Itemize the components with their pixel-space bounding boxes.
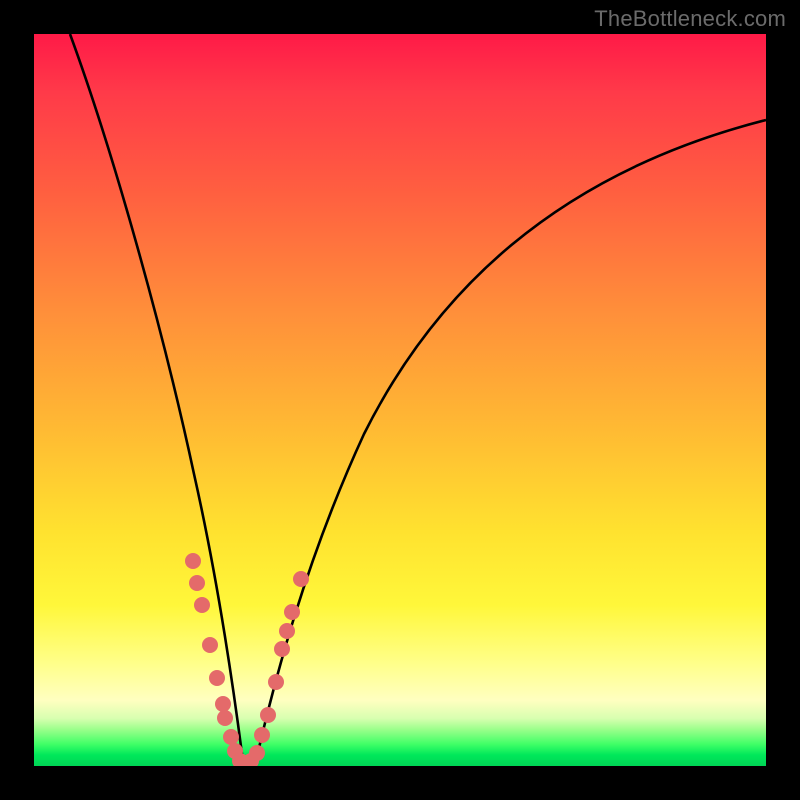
curve-dot: [223, 729, 239, 745]
watermark-text: TheBottleneck.com: [594, 6, 786, 32]
curve-dot: [202, 637, 218, 653]
curve-dot: [254, 727, 270, 743]
curve-dot: [189, 575, 205, 591]
curve-dot: [279, 623, 295, 639]
curve-dot: [194, 597, 210, 613]
curve-dot: [268, 674, 284, 690]
curve-dot: [209, 670, 225, 686]
curve-dots-group: [185, 553, 309, 766]
plot-area: [34, 34, 766, 766]
curve-dot: [274, 641, 290, 657]
curve-dot: [215, 696, 231, 712]
curve-dot: [249, 745, 265, 761]
curve-dot: [217, 710, 233, 726]
curve-dot: [293, 571, 309, 587]
curve-dot: [185, 553, 201, 569]
curve-dot: [284, 604, 300, 620]
curve-dot: [260, 707, 276, 723]
bottleneck-curve-path: [70, 34, 766, 765]
chart-svg: [34, 34, 766, 766]
outer-frame: TheBottleneck.com: [0, 0, 800, 800]
